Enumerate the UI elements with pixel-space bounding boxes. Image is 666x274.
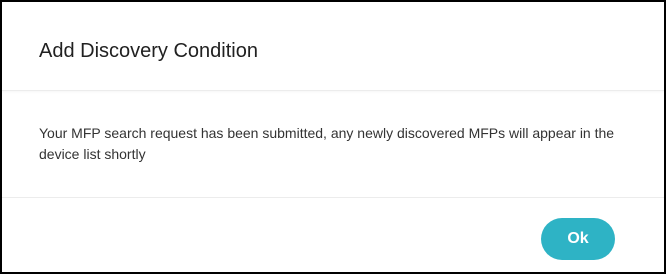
dialog-header: Add Discovery Condition	[2, 2, 664, 91]
dialog-title: Add Discovery Condition	[39, 40, 258, 62]
dialog-message: Your MFP search request has been submitt…	[39, 125, 615, 162]
dialog-footer: Ok	[2, 198, 664, 272]
discovery-condition-dialog: Add Discovery Condition Your MFP search …	[0, 0, 666, 274]
ok-button[interactable]: Ok	[541, 218, 615, 260]
dialog-body: Your MFP search request has been submitt…	[2, 91, 664, 198]
